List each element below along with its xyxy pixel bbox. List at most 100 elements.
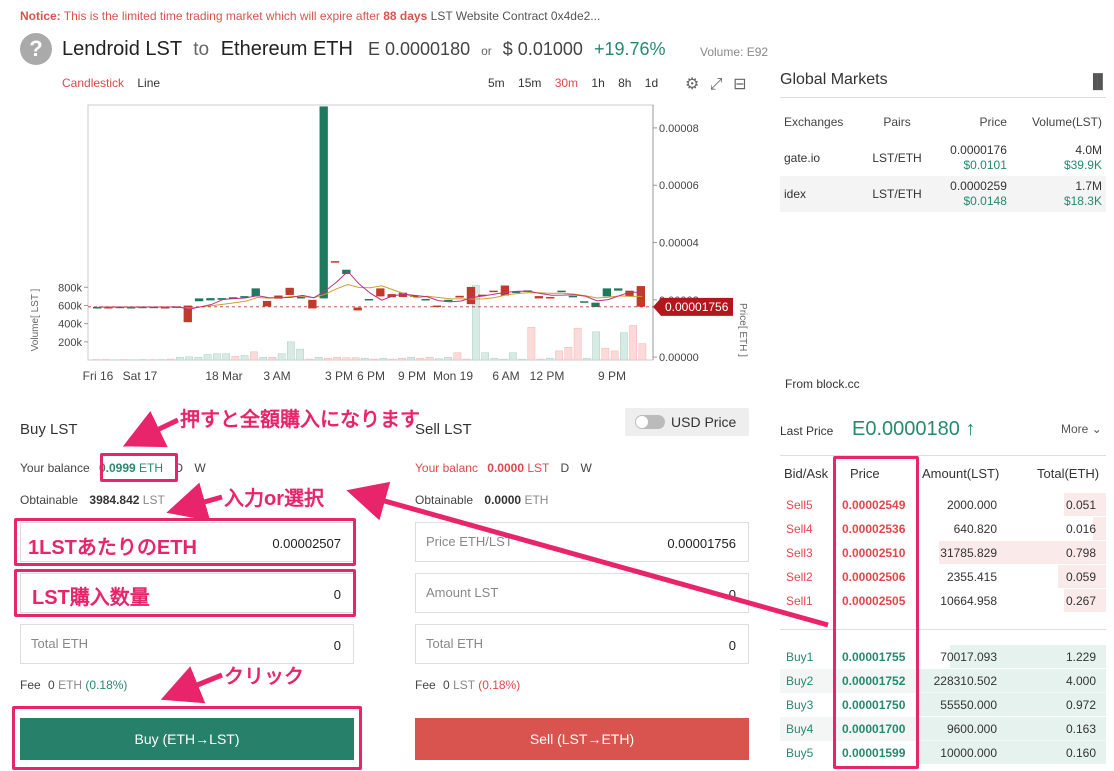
bid-row[interactable]: Buy5 0.00001599 10000.000 0.160 <box>780 741 1106 765</box>
volume-bar <box>176 357 184 361</box>
volume-bar <box>213 353 221 361</box>
ask-row[interactable]: Sell2 0.00002506 2355.415 0.059 <box>780 565 1106 589</box>
col-pairs: Pairs <box>883 115 911 129</box>
tf-15m[interactable]: 15m <box>518 76 541 90</box>
sell-amount-field[interactable]: Amount LST 0 <box>415 573 749 613</box>
ask-row[interactable]: Sell3 0.00002510 31785.829 0.798 <box>780 541 1106 565</box>
obtainable-label: Obtainable <box>415 493 474 507</box>
fee-unit: LST <box>453 678 475 692</box>
price-usd: $ 0.01000 <box>502 39 583 59</box>
chevron-down-icon: ⌄ <box>1091 422 1102 436</box>
price-chart[interactable]: 0.000080.000060.000040.000020.00000800k6… <box>28 100 748 390</box>
volume-bar <box>379 357 388 361</box>
volume-bar <box>518 358 526 361</box>
sell-price-field[interactable]: Price ETH/LST 0.00001756 <box>415 522 749 562</box>
candle <box>421 298 430 301</box>
volume-bar <box>536 358 545 361</box>
fee-unit: ETH <box>58 678 83 692</box>
tf-1d[interactable]: 1d <box>645 76 658 90</box>
more-dropdown[interactable]: More ⌄ <box>1061 422 1102 436</box>
table-row[interactable]: gate.io LST/ETH 0.0000176 $0.0101 4.0M $39… <box>780 140 1106 176</box>
contract-link[interactable]: Contract 0x4de2... <box>502 9 600 23</box>
candle <box>500 285 510 296</box>
balance-value[interactable]: 0.0000 <box>487 461 524 475</box>
notice-days: 88 days <box>383 9 428 23</box>
volume-bar <box>444 357 452 361</box>
annotation-box-balance <box>100 453 178 482</box>
bid-row[interactable]: Buy4 0.00001700 9600.000 0.163 <box>780 717 1106 741</box>
fee-label: Fee <box>415 678 436 692</box>
sell-total-field[interactable]: Total ETH 0 <box>415 624 749 664</box>
candle <box>591 302 600 307</box>
pair-name: LST/ETH <box>872 150 922 165</box>
withdraw-link[interactable]: W <box>581 461 592 475</box>
order-total: 0.160 <box>1065 746 1096 760</box>
volume-bar <box>462 358 471 361</box>
toggle-label: USD Price <box>671 414 737 430</box>
x-tick-label: Sat 17 <box>123 369 158 383</box>
tf-8h[interactable]: 8h <box>618 76 631 90</box>
buy-total-field[interactable]: Total ETH 0 <box>20 624 354 664</box>
volume-bar <box>342 357 351 361</box>
tf-5m[interactable]: 5m <box>488 76 505 90</box>
candle <box>489 290 498 293</box>
volume-cell: 1.7M $18.3K <box>1010 176 1106 212</box>
candle <box>251 288 260 297</box>
volume-bar <box>333 357 341 361</box>
volume-bar <box>231 356 240 361</box>
header-prices: E 0.0000180 or $ 0.01000 <box>368 39 583 60</box>
gear-icon[interactable]: ⚙ <box>685 76 699 93</box>
volume-bar <box>250 351 258 361</box>
order-amount: 10664.958 <box>940 594 997 608</box>
bid-row[interactable]: Buy2 0.00001752 228310.502 4.000 <box>780 669 1106 693</box>
bid-row[interactable]: Buy3 0.00001750 55550.000 0.972 <box>780 693 1106 717</box>
divider <box>780 455 1106 456</box>
x-tick-label: 12 PM <box>530 369 565 383</box>
tf-1h[interactable]: 1h <box>591 76 604 90</box>
notice-bar: Notice: This is the limited time trading… <box>20 9 600 23</box>
order-amount: 2355.415 <box>946 570 997 584</box>
x-tick-label: Fri 16 <box>83 369 114 383</box>
y-tick-label: 0.00000 <box>659 352 699 364</box>
sell-balance: Your balanc 0.0000 LST D W <box>415 461 592 475</box>
arrow-click <box>160 666 223 704</box>
obtainable-unit: ETH <box>524 493 549 507</box>
obtainable-unit: LST <box>142 493 165 507</box>
fullscreen-icon[interactable]: ⤢ <box>710 76 723 93</box>
exchange-name: idex <box>780 176 863 212</box>
screenshot-icon[interactable]: ⊟ <box>733 76 746 93</box>
order-total: 0.016 <box>1065 522 1096 536</box>
volume-bar <box>638 343 647 361</box>
usd-price-toggle[interactable]: USD Price <box>625 408 749 436</box>
source-text: From block.cc <box>785 377 860 391</box>
volume-bar <box>370 358 378 361</box>
ask-row[interactable]: Sell1 0.00002505 10664.958 0.267 <box>780 589 1106 613</box>
tab-line[interactable]: Line <box>137 76 160 90</box>
ask-row[interactable]: Sell5 0.00002549 2000.000 0.051 <box>780 493 1106 517</box>
x-tick-label: 6 PM <box>357 369 385 383</box>
question-icon: ? <box>20 33 52 65</box>
deposit-link[interactable]: D <box>560 461 569 475</box>
candle <box>557 290 566 293</box>
tf-30m[interactable]: 30m <box>555 76 578 90</box>
tab-candlestick[interactable]: Candlestick <box>62 76 124 90</box>
collapse-icon[interactable]: ▐▌ <box>1088 73 1108 89</box>
withdraw-link[interactable]: W <box>194 461 205 475</box>
volume-bar <box>166 358 175 361</box>
volume-bar <box>305 358 314 361</box>
pair-name: LST/ETH <box>862 176 932 212</box>
order-amount: 228310.502 <box>933 674 997 688</box>
sell-button[interactable]: Sell (LST→ETH) <box>415 718 749 760</box>
volume-bar <box>268 357 277 361</box>
website-link[interactable]: LST Website <box>431 9 499 23</box>
fee-value: 0 <box>443 678 450 692</box>
volume-bar <box>527 327 536 361</box>
col-volume: Volume(LST) <box>1031 115 1102 129</box>
bid-row[interactable]: Buy1 0.00001755 70017.093 1.229 <box>780 645 1106 669</box>
annotation-input-select: 入力or選択 <box>224 488 324 510</box>
pair-title: Lendroid LST to Ethereum ETH <box>62 38 353 61</box>
exchange-name: gate.io <box>784 150 821 165</box>
side-label: Sell1 <box>786 594 813 608</box>
ask-row[interactable]: Sell4 0.00002536 640.820 0.016 <box>780 517 1106 541</box>
table-row[interactable]: idex LST/ETH 0.0000259 $0.0148 1.7M $18.3K <box>780 176 1106 212</box>
